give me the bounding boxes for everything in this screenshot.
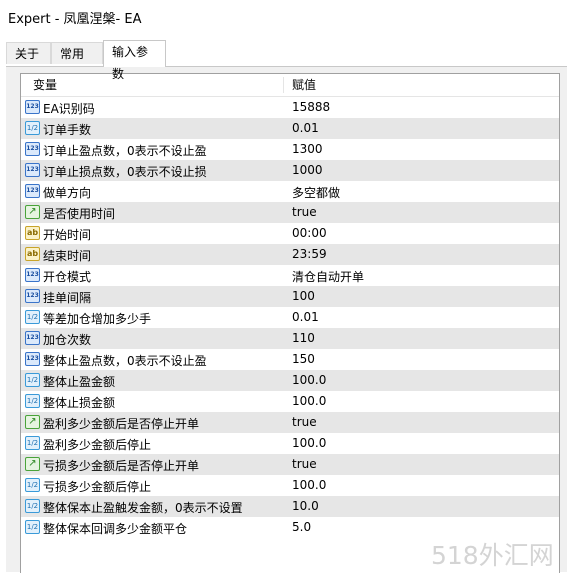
parameter-name: EA识别码	[43, 102, 95, 116]
table-row[interactable]: 1/2 亏损多少金额后停止 100.0	[21, 475, 559, 496]
table-row[interactable]: 123 开仓模式 清仓自动开单	[21, 265, 559, 286]
string-icon: ab	[25, 226, 40, 240]
parameter-name: 订单止盈点数，0表示不设止盈	[43, 144, 207, 158]
tab-common[interactable]: 常用	[51, 42, 103, 64]
table-body: 123 EA识别码 15888 1/2 订单手数 0.01 123 订单止盈点数，0表示不设止…	[21, 97, 559, 538]
double-icon: 1/2	[25, 310, 40, 324]
table-row[interactable]: 1/2 整体保本回调多少金额平仓 5.0	[21, 517, 559, 538]
double-icon: 1/2	[25, 394, 40, 408]
parameter-value[interactable]: 清仓自动开单	[292, 268, 364, 285]
table-row[interactable]: 1/2 整体止损金额 100.0	[21, 391, 559, 412]
parameter-name: 整体止损金额	[43, 396, 116, 410]
parameter-name: 挂单间隔	[43, 291, 92, 305]
table-row[interactable]: 1/2 盈利多少金额后停止 100.0	[21, 433, 559, 454]
double-icon: 1/2	[25, 121, 40, 135]
parameter-value[interactable]: 0.01	[292, 121, 319, 135]
parameter-value[interactable]: 100.0	[292, 478, 326, 492]
table-row[interactable]: 1/2 等差加仓增加多少手 0.01	[21, 307, 559, 328]
parameter-name: 亏损多少金额后是否停止开单	[43, 459, 200, 473]
tab-about[interactable]: 关于	[6, 42, 51, 64]
table-row[interactable]: 1/2 订单手数 0.01	[21, 118, 559, 139]
table-row[interactable]: 123 做单方向 多空都做	[21, 181, 559, 202]
parameter-name: 盈利多少金额后是否停止开单	[43, 417, 200, 431]
table-row[interactable]: ab 结束时间 23:59	[21, 244, 559, 265]
table-row[interactable]: ↗ 是否使用时间 true	[21, 202, 559, 223]
string-icon: ab	[25, 247, 40, 261]
parameter-name: 整体止盈金额	[43, 375, 116, 389]
watermark: 518外汇网	[431, 541, 554, 570]
parameter-value[interactable]: 110	[292, 331, 315, 345]
tab-panel: 变量 赋值 123 EA识别码 15888 1/2 订单手数 0.01 123 订单止盈点数，…	[6, 66, 567, 573]
int-icon: 123	[25, 163, 40, 177]
tab-bar: 关于 常用 输入参数	[0, 40, 567, 81]
parameter-value[interactable]: true	[292, 205, 317, 219]
parameter-value[interactable]: 100	[292, 289, 315, 303]
parameter-name: 是否使用时间	[43, 207, 116, 221]
double-icon: 1/2	[25, 478, 40, 492]
parameter-value[interactable]: 0.01	[292, 310, 319, 324]
double-icon: 1/2	[25, 436, 40, 450]
table-row[interactable]: 123 挂单间隔 100	[21, 286, 559, 307]
double-icon: 1/2	[25, 373, 40, 387]
parameter-name: 整体止盈点数，0表示不设止盈	[43, 354, 207, 368]
bool-icon: ↗	[25, 415, 40, 429]
parameter-value[interactable]: 100.0	[292, 373, 326, 387]
parameter-value[interactable]: 5.0	[292, 520, 311, 534]
parameters-table: 变量 赋值 123 EA识别码 15888 1/2 订单手数 0.01 123 订单止盈点数，…	[20, 73, 560, 573]
window-title: Expert - 凤凰涅槃- EA	[8, 12, 142, 27]
table-row[interactable]: 1/2 整体保本止盈触发金额，0表示不设置 10.0	[21, 496, 559, 517]
parameter-value[interactable]: true	[292, 457, 317, 471]
int-icon: 123	[25, 100, 40, 114]
table-row[interactable]: 123 整体止盈点数，0表示不设止盈 150	[21, 349, 559, 370]
column-header-variable[interactable]: 变量	[33, 74, 57, 96]
parameter-value[interactable]: 15888	[292, 100, 330, 114]
parameter-value[interactable]: 00:00	[292, 226, 327, 240]
column-divider[interactable]	[283, 77, 284, 93]
parameter-name: 等差加仓增加多少手	[43, 312, 152, 326]
parameter-value[interactable]: 150	[292, 352, 315, 366]
table-row[interactable]: 123 订单止损点数，0表示不设止损 1000	[21, 160, 559, 181]
parameter-name: 盈利多少金额后停止	[43, 438, 152, 452]
parameter-value[interactable]: true	[292, 415, 317, 429]
parameter-name: 结束时间	[43, 249, 92, 263]
double-icon: 1/2	[25, 520, 40, 534]
bool-icon: ↗	[25, 205, 40, 219]
parameter-name: 加仓次数	[43, 333, 92, 347]
parameter-name: 订单止损点数，0表示不设止损	[43, 165, 207, 179]
parameter-name: 整体保本止盈触发金额，0表示不设置	[43, 501, 243, 515]
parameter-value[interactable]: 100.0	[292, 436, 326, 450]
int-icon: 123	[25, 142, 40, 156]
parameter-value[interactable]: 1300	[292, 142, 323, 156]
parameter-value[interactable]: 100.0	[292, 394, 326, 408]
parameter-value[interactable]: 23:59	[292, 247, 327, 261]
table-row[interactable]: 123 EA识别码 15888	[21, 97, 559, 118]
window-titlebar: Expert - 凤凰涅槃- EA	[0, 0, 567, 34]
int-icon: 123	[25, 331, 40, 345]
tab-inputs[interactable]: 输入参数	[103, 40, 166, 81]
parameter-name: 开仓模式	[43, 270, 92, 284]
parameter-name: 订单手数	[43, 123, 92, 137]
table-header: 变量 赋值	[21, 74, 559, 97]
table-row[interactable]: ↗ 盈利多少金额后是否停止开单 true	[21, 412, 559, 433]
parameter-name: 整体保本回调多少金额平仓	[43, 522, 188, 536]
int-icon: 123	[25, 352, 40, 366]
parameter-value[interactable]: 10.0	[292, 499, 319, 513]
table-row[interactable]: ab 开始时间 00:00	[21, 223, 559, 244]
enum-icon: 123	[25, 268, 40, 282]
table-row[interactable]: ↗ 亏损多少金额后是否停止开单 true	[21, 454, 559, 475]
parameter-name: 做单方向	[43, 186, 92, 200]
table-row[interactable]: 1/2 整体止盈金额 100.0	[21, 370, 559, 391]
enum-icon: 123	[25, 184, 40, 198]
double-icon: 1/2	[25, 499, 40, 513]
int-icon: 123	[25, 289, 40, 303]
bool-icon: ↗	[25, 457, 40, 471]
table-row[interactable]: 123 订单止盈点数，0表示不设止盈 1300	[21, 139, 559, 160]
parameter-name: 亏损多少金额后停止	[43, 480, 152, 494]
parameter-value[interactable]: 1000	[292, 163, 323, 177]
parameter-name: 开始时间	[43, 228, 92, 242]
column-header-value[interactable]: 赋值	[292, 74, 316, 96]
parameter-value[interactable]: 多空都做	[292, 184, 340, 201]
table-row[interactable]: 123 加仓次数 110	[21, 328, 559, 349]
